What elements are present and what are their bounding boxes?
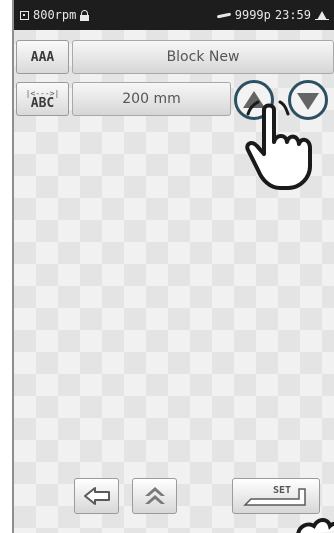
name-row: AAA Block New	[16, 40, 334, 74]
name-tag: AAA	[16, 40, 69, 74]
thread-icon	[217, 11, 231, 20]
status-left: 800rpm	[20, 8, 90, 22]
home-button[interactable]	[132, 478, 177, 514]
mode-icon	[20, 10, 29, 20]
status-right: 9999p 23:59	[217, 8, 329, 22]
lock-icon	[80, 9, 90, 21]
length-tag-label: ABC	[30, 96, 55, 111]
back-button[interactable]	[74, 478, 119, 514]
status-bar: 800rpm 9999p 23:59	[14, 0, 334, 30]
device-frame: 800rpm 9999p 23:59 AAA Block New |<--->|…	[0, 0, 334, 533]
bobbin-icon	[315, 10, 329, 20]
length-field[interactable]: 200 mm	[72, 82, 231, 116]
screen: 800rpm 9999p 23:59 AAA Block New |<--->|…	[12, 0, 334, 533]
pointing-hand-icon	[296, 518, 334, 533]
home-icon	[144, 487, 165, 504]
length-tag: |<--->| ABC	[16, 82, 69, 116]
set-label: SET	[273, 485, 292, 496]
left-arrow-icon	[83, 487, 110, 505]
pointing-hand-icon	[245, 100, 312, 190]
speed-readout: 800rpm	[33, 8, 77, 22]
clock: 23:59	[274, 8, 311, 22]
name-field[interactable]: Block New	[72, 40, 334, 74]
stitch-count: 9999p	[234, 8, 271, 22]
